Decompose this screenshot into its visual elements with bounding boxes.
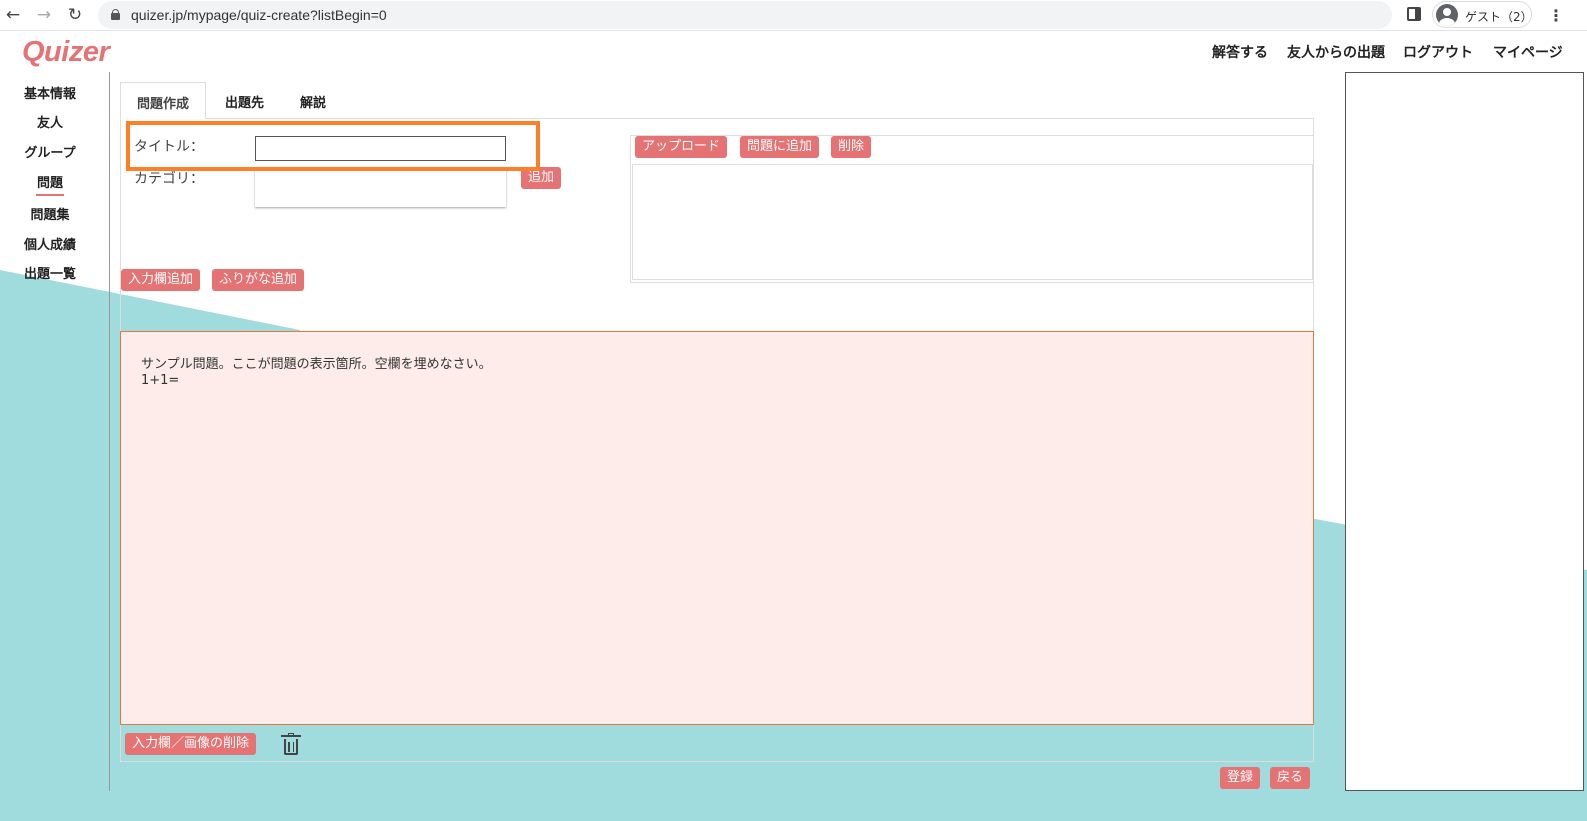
nav-logout-link[interactable]: ログアウト [1403, 42, 1473, 62]
question-display-area[interactable] [120, 331, 1314, 725]
upload-button[interactable]: アップロード [635, 136, 728, 158]
side-panel-icon[interactable] [1407, 7, 1421, 21]
lock-icon [111, 9, 120, 20]
address-bar[interactable]: quizer.jp/mypage/quiz-create?listBegin=0 [98, 1, 1392, 29]
delete-image-button[interactable]: 削除 [831, 136, 872, 158]
sidebar-item-basic-info[interactable]: 基本情報 [0, 83, 100, 102]
delete-input-image-button[interactable]: 入力欄／画像の削除 [125, 733, 257, 755]
nav-mypage-link[interactable]: マイページ [1493, 42, 1563, 62]
more-menu-icon[interactable]: ⋮ [1548, 6, 1564, 25]
sidebar-item-friends[interactable]: 友人 [0, 112, 100, 131]
url-text: quizer.jp/mypage/quiz-create?listBegin=0 [131, 7, 387, 23]
sidebar-item-question-sets[interactable]: 問題集 [0, 204, 100, 223]
highlight-annotation [126, 121, 540, 171]
category-select[interactable] [255, 167, 506, 207]
sidebar-item-questions[interactable]: 問題 [0, 172, 100, 196]
trash-icon[interactable] [281, 733, 301, 756]
right-side-panel [1345, 72, 1584, 791]
site-logo[interactable]: Quizer [22, 36, 110, 69]
profile-label: ゲスト（2） [1465, 10, 1533, 24]
reload-icon[interactable]: ↻ [64, 4, 86, 26]
add-furigana-button[interactable]: ふりがな追加 [212, 269, 305, 291]
nav-from-friends-link[interactable]: 友人からの出題 [1287, 42, 1385, 62]
category-label: カテゴリ： [134, 171, 204, 187]
sidebar-item-question-list[interactable]: 出題一覧 [0, 263, 100, 282]
sidebar-divider [109, 72, 110, 791]
add-input-field-button[interactable]: 入力欄追加 [121, 269, 201, 291]
add-to-question-button[interactable]: 問題に追加 [740, 136, 820, 158]
register-button[interactable]: 登録 [1220, 767, 1261, 789]
question-formula: 1+1= [141, 373, 180, 388]
image-preview-area[interactable] [632, 164, 1313, 280]
browser-toolbar: ← → ↻ quizer.jp/mypage/quiz-create?listB… [0, 0, 1587, 31]
tab-explanation[interactable]: 解説 [284, 82, 342, 119]
tab-destination[interactable]: 出題先 [209, 82, 280, 119]
nav-answer-link[interactable]: 解答する [1212, 42, 1268, 62]
question-text: サンプル問題。ここが問題の表示箇所。空欄を埋めなさい。 [141, 357, 492, 372]
back-button[interactable]: 戻る [1270, 767, 1311, 789]
forward-arrow-icon[interactable]: → [33, 4, 55, 26]
avatar-icon [1436, 4, 1458, 26]
tab-question-create[interactable]: 問題作成 [120, 82, 207, 119]
back-arrow-icon[interactable]: ← [2, 4, 24, 26]
sidebar-item-personal-results[interactable]: 個人成績 [0, 234, 100, 253]
sidebar-item-groups[interactable]: グループ [0, 142, 100, 161]
profile-button[interactable]: ゲスト（2） [1432, 1, 1533, 28]
